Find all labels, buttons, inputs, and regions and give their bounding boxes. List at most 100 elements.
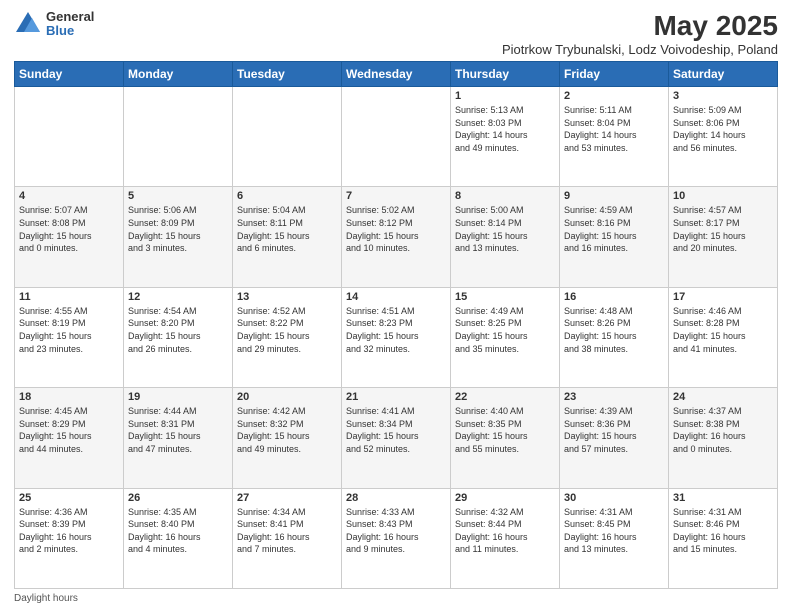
day-info: Sunrise: 4:31 AM Sunset: 8:46 PM Dayligh… (673, 506, 773, 556)
calendar-cell: 12 Sunrise: 4:54 AM Sunset: 8:20 PM Dayli… (124, 287, 233, 387)
day-number: 12 (128, 291, 228, 303)
day-info: Sunrise: 4:32 AM Sunset: 8:44 PM Dayligh… (455, 506, 555, 556)
day-number: 1 (455, 90, 555, 102)
calendar-cell: 16Sunrise: 4:48 AM Sunset: 8:26 PM Dayli… (560, 287, 669, 387)
day-number: 9 (564, 190, 664, 202)
calendar-week-row: 18 Sunrise: 4:45 AM Sunset: 8:29 PM Dayli… (15, 388, 778, 488)
day-number: 28 (346, 492, 446, 504)
day-info: Sunrise: 5:06 AM Sunset: 8:09 PM Dayligh… (128, 204, 228, 254)
day-number: 2 (564, 90, 664, 102)
calendar-cell (342, 87, 451, 187)
calendar-header-wednesday: Wednesday (342, 62, 451, 87)
calendar-week-row: 4Sunrise: 5:07 AM Sunset: 8:08 PM Daylig… (15, 187, 778, 287)
calendar-cell: 30Sunrise: 4:31 AM Sunset: 8:45 PM Dayli… (560, 488, 669, 588)
day-info: Sunrise: 4:45 AM Sunset: 8:29 PM Dayligh… (19, 405, 119, 455)
day-info: Sunrise: 4:37 AM Sunset: 8:38 PM Dayligh… (673, 405, 773, 455)
day-number: 13 (237, 291, 337, 303)
calendar-header-friday: Friday (560, 62, 669, 87)
calendar-cell: 4Sunrise: 5:07 AM Sunset: 8:08 PM Daylig… (15, 187, 124, 287)
calendar-cell (124, 87, 233, 187)
calendar-cell: 7 Sunrise: 5:02 AM Sunset: 8:12 PM Daylig… (342, 187, 451, 287)
day-info: Sunrise: 4:55 AM Sunset: 8:19 PM Dayligh… (19, 305, 119, 355)
calendar-cell: 3Sunrise: 5:09 AM Sunset: 8:06 PM Daylig… (669, 87, 778, 187)
day-number: 27 (237, 492, 337, 504)
day-info: Sunrise: 4:51 AM Sunset: 8:23 PM Dayligh… (346, 305, 446, 355)
top-header: General Blue May 2025 Piotrkow Trybunals… (14, 10, 778, 57)
calendar-cell (233, 87, 342, 187)
day-info: Sunrise: 4:44 AM Sunset: 8:31 PM Dayligh… (128, 405, 228, 455)
day-number: 25 (19, 492, 119, 504)
calendar-cell: 14 Sunrise: 4:51 AM Sunset: 8:23 PM Dayli… (342, 287, 451, 387)
day-number: 18 (19, 391, 119, 403)
calendar-cell: 5 Sunrise: 5:06 AM Sunset: 8:09 PM Daylig… (124, 187, 233, 287)
day-number: 26 (128, 492, 228, 504)
day-number: 30 (564, 492, 664, 504)
calendar-header-sunday: Sunday (15, 62, 124, 87)
calendar-cell: 19 Sunrise: 4:44 AM Sunset: 8:31 PM Dayli… (124, 388, 233, 488)
day-number: 7 (346, 190, 446, 202)
day-info: Sunrise: 5:00 AM Sunset: 8:14 PM Dayligh… (455, 204, 555, 254)
day-info: Sunrise: 5:02 AM Sunset: 8:12 PM Dayligh… (346, 204, 446, 254)
calendar-cell (15, 87, 124, 187)
subtitle: Piotrkow Trybunalski, Lodz Voivodeship, … (502, 42, 778, 57)
calendar-cell: 9 Sunrise: 4:59 AM Sunset: 8:16 PM Daylig… (560, 187, 669, 287)
logo-blue: Blue (46, 24, 94, 38)
footer-label: Daylight hours (14, 593, 78, 604)
calendar-header-monday: Monday (124, 62, 233, 87)
day-number: 31 (673, 492, 773, 504)
day-number: 10 (673, 190, 773, 202)
day-info: Sunrise: 4:36 AM Sunset: 8:39 PM Dayligh… (19, 506, 119, 556)
day-number: 6 (237, 190, 337, 202)
day-info: Sunrise: 4:40 AM Sunset: 8:35 PM Dayligh… (455, 405, 555, 455)
calendar-header-thursday: Thursday (451, 62, 560, 87)
day-number: 5 (128, 190, 228, 202)
calendar-cell: 21 Sunrise: 4:41 AM Sunset: 8:34 PM Dayli… (342, 388, 451, 488)
calendar-cell: 24 Sunrise: 4:37 AM Sunset: 8:38 PM Dayli… (669, 388, 778, 488)
day-info: Sunrise: 5:13 AM Sunset: 8:03 PM Dayligh… (455, 104, 555, 154)
logo: General Blue (14, 10, 94, 39)
day-info: Sunrise: 5:09 AM Sunset: 8:06 PM Dayligh… (673, 104, 773, 154)
footer: Daylight hours (14, 593, 778, 604)
day-info: Sunrise: 4:35 AM Sunset: 8:40 PM Dayligh… (128, 506, 228, 556)
main-title: May 2025 (502, 10, 778, 42)
title-block: May 2025 Piotrkow Trybunalski, Lodz Voiv… (502, 10, 778, 57)
day-info: Sunrise: 4:52 AM Sunset: 8:22 PM Dayligh… (237, 305, 337, 355)
calendar-cell: 2 Sunrise: 5:11 AM Sunset: 8:04 PM Daylig… (560, 87, 669, 187)
day-number: 23 (564, 391, 664, 403)
day-number: 15 (455, 291, 555, 303)
day-number: 19 (128, 391, 228, 403)
day-number: 24 (673, 391, 773, 403)
day-number: 11 (19, 291, 119, 303)
calendar-header-row: SundayMondayTuesdayWednesdayThursdayFrid… (15, 62, 778, 87)
calendar-cell: 26 Sunrise: 4:35 AM Sunset: 8:40 PM Dayli… (124, 488, 233, 588)
day-number: 8 (455, 190, 555, 202)
calendar-cell: 10Sunrise: 4:57 AM Sunset: 8:17 PM Dayli… (669, 187, 778, 287)
day-info: Sunrise: 4:46 AM Sunset: 8:28 PM Dayligh… (673, 305, 773, 355)
calendar-cell: 31 Sunrise: 4:31 AM Sunset: 8:46 PM Dayli… (669, 488, 778, 588)
calendar-cell: 23 Sunrise: 4:39 AM Sunset: 8:36 PM Dayli… (560, 388, 669, 488)
calendar-cell: 6 Sunrise: 5:04 AM Sunset: 8:11 PM Daylig… (233, 187, 342, 287)
calendar-cell: 27Sunrise: 4:34 AM Sunset: 8:41 PM Dayli… (233, 488, 342, 588)
calendar-cell: 28Sunrise: 4:33 AM Sunset: 8:43 PM Dayli… (342, 488, 451, 588)
day-info: Sunrise: 4:49 AM Sunset: 8:25 PM Dayligh… (455, 305, 555, 355)
day-number: 21 (346, 391, 446, 403)
day-info: Sunrise: 4:39 AM Sunset: 8:36 PM Dayligh… (564, 405, 664, 455)
calendar-header-saturday: Saturday (669, 62, 778, 87)
day-info: Sunrise: 5:04 AM Sunset: 8:11 PM Dayligh… (237, 204, 337, 254)
day-info: Sunrise: 4:54 AM Sunset: 8:20 PM Dayligh… (128, 305, 228, 355)
day-number: 4 (19, 190, 119, 202)
calendar-cell: 1 Sunrise: 5:13 AM Sunset: 8:03 PM Daylig… (451, 87, 560, 187)
calendar-cell: 13 Sunrise: 4:52 AM Sunset: 8:22 PM Dayli… (233, 287, 342, 387)
calendar-cell: 8 Sunrise: 5:00 AM Sunset: 8:14 PM Daylig… (451, 187, 560, 287)
day-number: 14 (346, 291, 446, 303)
day-number: 20 (237, 391, 337, 403)
day-info: Sunrise: 4:48 AM Sunset: 8:26 PM Dayligh… (564, 305, 664, 355)
day-info: Sunrise: 4:42 AM Sunset: 8:32 PM Dayligh… (237, 405, 337, 455)
day-info: Sunrise: 4:59 AM Sunset: 8:16 PM Dayligh… (564, 204, 664, 254)
day-info: Sunrise: 4:41 AM Sunset: 8:34 PM Dayligh… (346, 405, 446, 455)
day-info: Sunrise: 5:11 AM Sunset: 8:04 PM Dayligh… (564, 104, 664, 154)
day-number: 22 (455, 391, 555, 403)
calendar-cell: 15 Sunrise: 4:49 AM Sunset: 8:25 PM Dayli… (451, 287, 560, 387)
calendar-cell: 17Sunrise: 4:46 AM Sunset: 8:28 PM Dayli… (669, 287, 778, 387)
calendar-week-row: 1 Sunrise: 5:13 AM Sunset: 8:03 PM Daylig… (15, 87, 778, 187)
